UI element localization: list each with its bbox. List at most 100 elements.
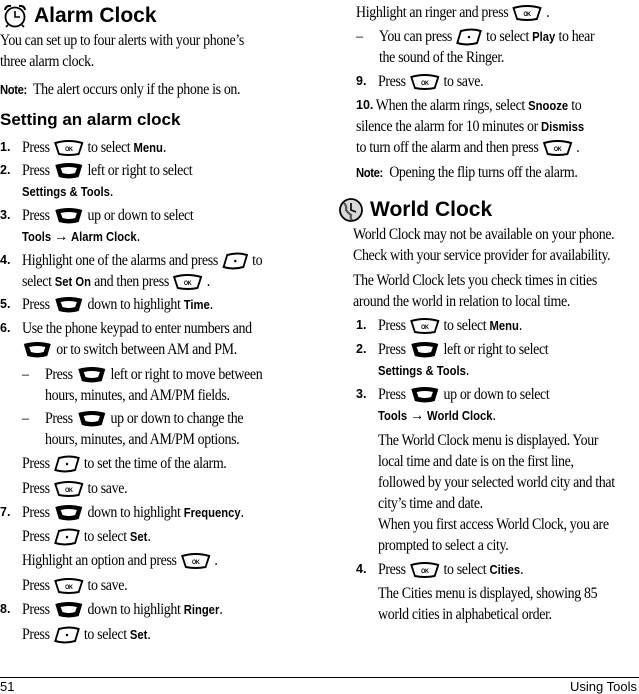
alarm-clock-heading: Alarm Clock [2,2,157,30]
step-text-post: to [571,97,582,114]
text-period: . [147,528,151,545]
step-text: Press to select Menu. [22,137,166,159]
text-pre: Press [22,480,50,497]
step-4: 4. Highlight one of the alarms and press… [0,250,312,292]
step-period: . [206,273,211,290]
ringer-play-bullet: – You can press to select Play to hear th… [356,26,639,68]
world-step-3-desc-line: local time and date is on the first line… [378,453,574,470]
step-text-post: to [252,252,263,269]
step-number: 3. [356,387,367,401]
step-text: Use the phone keypad to enter numbers an… [22,320,252,337]
world-step-2: 2. Press left or right to select Settings… [356,339,639,381]
step-text-post: left or right to select [87,162,193,179]
world-step-3-desc2-line: prompted to select a city. [378,537,509,554]
ok-key-icon [53,481,84,497]
dash: – [22,366,29,383]
world-clock-title: World Clock [370,198,493,221]
press-save: Press to save. [22,478,128,499]
step-9: 9. Press to save. [356,71,639,92]
ringer-highlight: Highlight an ringer and press. [356,2,550,23]
step-text-post: down to highlight [87,296,181,313]
set-on-label: Set On [54,275,92,289]
world-step-3-desc-line: The World Clock menu is displayed. Your [378,432,599,449]
sub-bullet-1: – Press left or right to move between hou… [22,364,312,406]
page-number: 51 [0,679,15,694]
alarm-clock-icon [4,4,26,28]
step-number: 5. [0,297,11,311]
bullet-post: left or right to move between [110,366,263,383]
step-text: Press to select Menu. [378,315,522,337]
step-text-line2: Tools → World Clock. [378,405,496,427]
soft-key-icon [53,626,80,644]
world-step-3-desc2-line: When you first access World Clock, you a… [378,516,609,533]
step-number: 6. [0,321,11,335]
alarm-clock-title: Alarm Clock [34,4,157,27]
step-text-line2: or to switch between AM and PM. [22,339,237,360]
text-post: to select [83,626,127,643]
step-5: 5. Press down to highlight Time. [0,294,312,315]
world-step-4: 4. Press to select Cities. [356,559,639,580]
note-label: Note: [356,166,383,180]
step-text: Press down to highlight Time. [22,294,213,316]
step-period: . [162,139,167,156]
step-period: . [136,228,141,245]
step-number: 1. [356,318,367,332]
world-p2-line2: around the world in relation to local ti… [353,293,570,310]
step-8: 8. Press down to highlight Ringer. [0,599,312,620]
footer-divider [0,677,639,678]
set-label: Set [129,530,148,544]
step-period: . [492,407,496,424]
step-text-line2: select Set On and then press. [22,271,210,293]
step-text: Press up or down to select [378,384,550,405]
bullet-line2: hours, minutes, and AM/PM options. [45,431,240,448]
cities-label: Cities [489,563,521,577]
step-text-pre: to turn off the alarm and then press [356,139,539,156]
step-text-pre: Press [378,561,406,578]
world-step-3: 3. Press up or down to select Tools → Wor… [356,384,639,426]
step-1: 1. Press to select Menu. [0,137,312,158]
world-clock-heading: World Clock [338,196,492,224]
soft-key-icon [456,28,483,46]
bullet-pre: Press [45,410,73,427]
ringer-label: Ringer [183,603,220,617]
text-pre: Press [22,626,50,643]
step-text-pre: Highlight one of the alarms and press [22,252,218,269]
step-8-set: Press to select Set. [22,624,151,646]
nav-key-icon [53,601,84,619]
step-number: 7. [0,505,11,519]
step-text-post: to select [443,561,487,578]
text-pre: Highlight an ringer and press [356,4,509,21]
step-7-set: Press to select Set. [22,526,151,548]
step-period: . [518,317,523,334]
arrow-icon: → [410,407,424,424]
snooze-label: Snooze [528,99,569,113]
step-text-pre: Press [378,73,406,90]
bullet-pre: You can press [379,28,452,45]
step-period: . [576,139,580,156]
bullet-post: to select [486,28,530,45]
step-text-pre: Press [378,317,406,334]
world-step-4-desc-line: The Cities menu is displayed, showing 85 [378,585,598,602]
dash: – [22,410,29,427]
text-period: . [214,552,218,569]
ok-key-icon [512,5,543,21]
step-text-line2: silence the alarm for 10 minutes or Dism… [356,116,584,138]
ok-key-icon [409,74,440,90]
step-text: When the alarm rings, select Snooze to [356,95,582,117]
nav-key-icon [22,341,53,359]
bullet-text: You can press to select Play to hear [379,26,595,48]
text-period: . [147,626,151,643]
ok-key-icon [409,318,440,334]
press-set-time: Press to set the time of the alarm. [22,453,227,474]
step-period: . [520,561,524,578]
step-text-pre: Press [22,296,50,313]
step-text-pre: Press [22,504,50,521]
text-post: to save. [87,480,128,497]
step-text: Press down to highlight Ringer. [22,599,223,621]
step-text-post: down to highlight [87,504,181,521]
soft-key-icon [221,252,248,270]
step-text-post: to select [87,139,131,156]
set-label: Set [129,628,148,642]
settings-tools-label: Settings & Tools [22,185,110,199]
step-text-line2: Settings & Tools. [22,181,113,203]
